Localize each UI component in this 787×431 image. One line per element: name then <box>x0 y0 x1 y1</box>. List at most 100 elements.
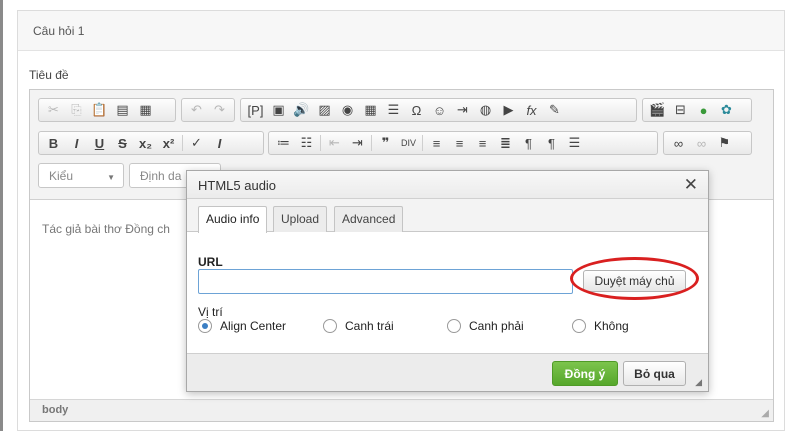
title-field-label: Tiêu đề <box>29 68 69 82</box>
math-icon[interactable]: fx <box>520 100 543 120</box>
insert-group: [P] ▣ 🔊 ▨ ◉ ▦ ☰ Ω ☺ ⇥ ◍ ▶ fx ✎ <box>240 98 637 122</box>
clear-format-icon[interactable]: I <box>208 133 231 153</box>
align-left-icon[interactable]: ≡ <box>425 133 448 153</box>
dialog-title-bar[interactable]: HTML5 audio ✕ <box>187 171 708 199</box>
dialog-tabs: Audio info Upload Advanced <box>187 199 708 233</box>
editor-content-text: Tác giả bài thơ Đồng ch <box>42 222 170 236</box>
remove-format-icon[interactable]: ✓ <box>185 133 208 153</box>
undo-icon[interactable]: ↶ <box>185 100 208 120</box>
video-icon[interactable]: 🎬 <box>646 100 669 120</box>
bulleted-list-icon[interactable]: ☷ <box>295 133 318 153</box>
format-combo-label: Định da <box>140 169 182 183</box>
page-break-icon[interactable]: ⇥ <box>451 100 474 120</box>
paragraph-group: ≔ ☷ ⇤ ⇥ ❞ DIV ≡ ≡ ≡ ≣ ¶ ¶ ☰ <box>268 131 658 155</box>
cancel-button[interactable]: Bỏ qua <box>623 361 686 386</box>
dialog-title: HTML5 audio <box>198 178 277 193</box>
iframe-icon[interactable]: ◍ <box>474 100 497 120</box>
italic-icon[interactable]: I <box>65 133 88 153</box>
clipboard-group: ✂ ⎘ 📋 ▤ ▦ <box>38 98 176 122</box>
format-group: B I U S x₂ x² ✓ I <box>38 131 264 155</box>
html5-audio-dialog: HTML5 audio ✕ Audio info Upload Advanced… <box>186 170 709 392</box>
flash-icon[interactable]: ▣ <box>267 100 290 120</box>
toolbar-separator <box>371 135 372 151</box>
page-left-border <box>0 0 3 431</box>
highlight-annotation <box>570 257 699 300</box>
radio-button[interactable] <box>572 319 586 333</box>
link-icon[interactable]: ∞ <box>667 133 690 153</box>
radio-button[interactable] <box>447 319 461 333</box>
resize-grip-icon[interactable]: ◢ <box>761 408 769 419</box>
radio-button[interactable] <box>323 319 337 333</box>
strike-icon[interactable]: S <box>111 133 134 153</box>
ltr-icon[interactable]: ¶ <box>517 133 540 153</box>
div-icon[interactable]: DIV <box>397 133 420 153</box>
copy-icon[interactable]: ⎘ <box>65 100 88 120</box>
tab-upload[interactable]: Upload <box>273 206 328 232</box>
indent-icon[interactable]: ⇥ <box>346 133 369 153</box>
media-group: 🎬 ⊟ ● ✿ <box>642 98 752 122</box>
cut-icon[interactable]: ✂ <box>42 100 65 120</box>
globe-icon[interactable]: ● <box>692 100 715 120</box>
subscript-icon[interactable]: x₂ <box>134 133 157 153</box>
toolbar-separator <box>422 135 423 151</box>
placeholder-icon[interactable]: [P] <box>244 100 267 120</box>
position-label: Vị trí <box>198 305 223 319</box>
paste-word-icon[interactable]: ▦ <box>134 100 157 120</box>
toolbar-separator <box>320 135 321 151</box>
radio-align-right[interactable]: Canh phải <box>447 319 524 333</box>
style-combo[interactable]: Kiểu ▼ <box>38 163 124 188</box>
blockquote-icon[interactable]: ❞ <box>374 133 397 153</box>
bold-icon[interactable]: B <box>42 133 65 153</box>
radio-label: Không <box>594 319 629 333</box>
dialog-footer: Đồng ý Bỏ qua ◢ <box>187 353 708 391</box>
paste-icon[interactable]: 📋 <box>88 100 111 120</box>
outdent-icon[interactable]: ⇤ <box>323 133 346 153</box>
paint-icon[interactable]: ✿ <box>715 100 738 120</box>
numbered-list-icon[interactable]: ≔ <box>272 133 295 153</box>
align-right-icon[interactable]: ≡ <box>471 133 494 153</box>
toolbar-separator <box>182 135 183 151</box>
rtl-icon[interactable]: ¶ <box>540 133 563 153</box>
anchor-icon[interactable]: ⚑ <box>713 133 736 153</box>
tab-audio-info[interactable]: Audio info <box>198 206 268 233</box>
horizontal-rule-icon[interactable]: ☰ <box>382 100 405 120</box>
align-center-icon[interactable]: ≡ <box>448 133 471 153</box>
redo-icon[interactable]: ↷ <box>208 100 231 120</box>
special-char-icon[interactable]: Ω <box>405 100 428 120</box>
radio-button[interactable] <box>198 319 212 333</box>
language-icon[interactable]: ☰ <box>563 133 586 153</box>
element-path[interactable]: body <box>42 404 68 416</box>
position-radio-group: Align Center Canh trái Canh phải Không <box>198 319 678 337</box>
edit-icon[interactable]: ✎ <box>543 100 566 120</box>
radio-label: Canh phải <box>469 319 524 333</box>
radio-align-left[interactable]: Canh trái <box>323 319 394 333</box>
justify-icon[interactable]: ≣ <box>494 133 517 153</box>
audio-icon[interactable]: 🔊 <box>290 100 313 120</box>
paste-text-icon[interactable]: ▤ <box>111 100 134 120</box>
html5-icon[interactable]: ◉ <box>336 100 359 120</box>
close-icon[interactable]: ✕ <box>684 175 698 195</box>
radio-none[interactable]: Không <box>572 319 629 333</box>
url-input[interactable] <box>198 269 573 294</box>
chevron-down-icon: ▼ <box>107 173 115 182</box>
smiley-icon[interactable]: ☺ <box>428 100 451 120</box>
tab-advanced[interactable]: Advanced <box>334 206 404 232</box>
style-combo-label: Kiểu <box>49 169 74 183</box>
underline-icon[interactable]: U <box>88 133 111 153</box>
unlink-icon[interactable]: ∞ <box>690 133 713 153</box>
image-icon[interactable]: ▨ <box>313 100 336 120</box>
ok-button[interactable]: Đồng ý <box>552 361 618 386</box>
link-group: ∞ ∞ ⚑ <box>663 131 752 155</box>
superscript-icon[interactable]: x² <box>157 133 180 153</box>
undo-group: ↶ ↷ <box>181 98 235 122</box>
youtube-icon[interactable]: ▶ <box>497 100 520 120</box>
radio-label: Align Center <box>220 319 287 333</box>
radio-label: Canh trái <box>345 319 394 333</box>
resize-grip-icon[interactable]: ◢ <box>695 377 702 388</box>
editor-statusbar: body ◢ <box>30 399 773 421</box>
template-icon[interactable]: ⊟ <box>669 100 692 120</box>
table-icon[interactable]: ▦ <box>359 100 382 120</box>
url-label: URL <box>198 255 223 269</box>
question-title: Câu hỏi 1 <box>18 11 784 51</box>
radio-align-center[interactable]: Align Center <box>198 319 286 333</box>
